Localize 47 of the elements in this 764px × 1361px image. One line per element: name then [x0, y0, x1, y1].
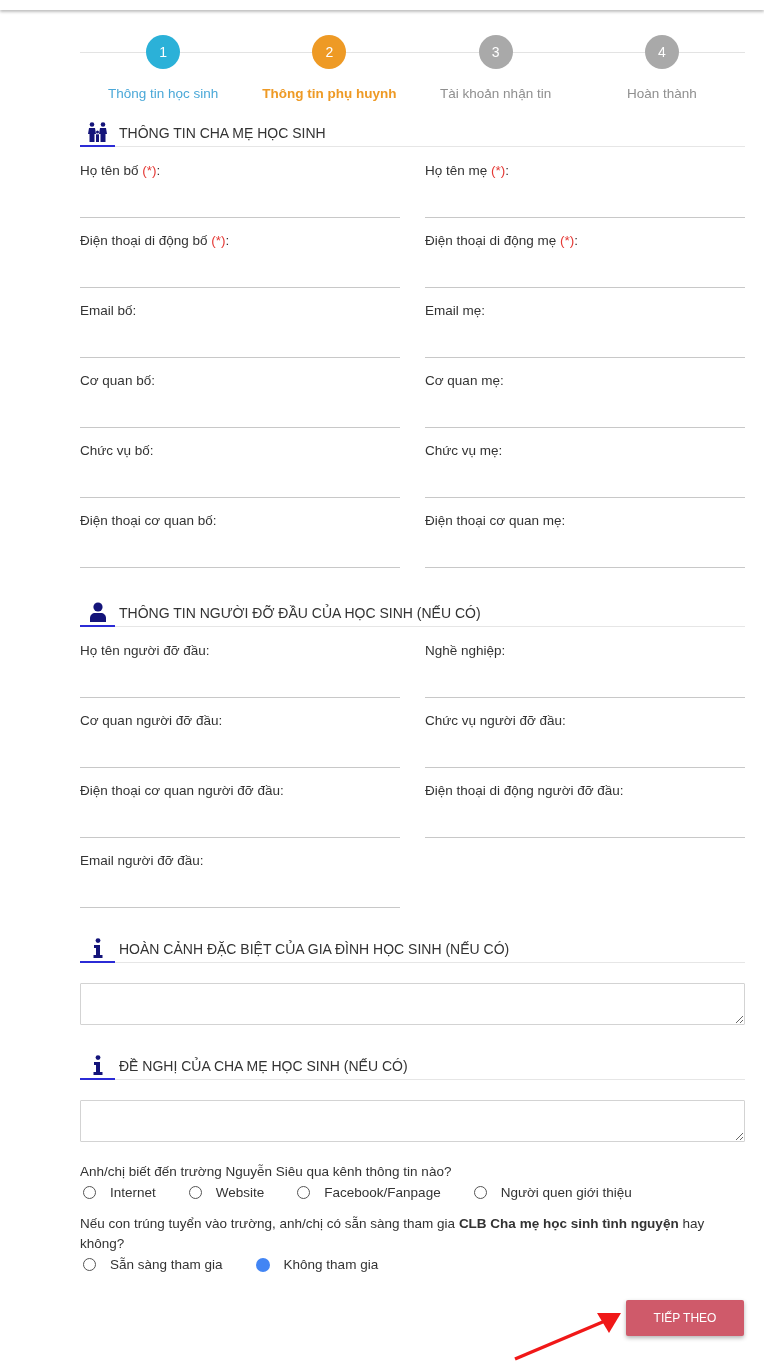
field-label: Họ tên mẹ (*):	[425, 163, 511, 179]
field-label: Điện thoại cơ quan người đỡ đầu:	[80, 783, 285, 799]
text-area[interactable]	[80, 983, 745, 1025]
field-label: Cơ quan mẹ:	[425, 373, 505, 389]
field-label: Điện thoại cơ quan mẹ:	[425, 513, 567, 529]
field-label: Email bố:	[80, 303, 138, 319]
section-title: ĐỀ NGHỊ CỦA CHA MẸ HỌC SINH (NẾU CÓ)	[119, 1058, 408, 1076]
section-title: THÔNG TIN CHA MẸ HỌC SINH	[119, 125, 326, 143]
radio-button[interactable]	[255, 1257, 270, 1272]
field-label: Chức vụ người đỡ đầu:	[425, 713, 567, 729]
question-text: Anh/chị biết đến trường Nguyễn Siêu qua kênh thông tin nào?	[80, 1163, 453, 1181]
field-label: Cơ quan bố:	[80, 373, 156, 389]
step-number: 1	[146, 35, 181, 69]
field-label: Điện thoại cơ quan bố:	[80, 513, 218, 529]
field-label: Cơ quan người đỡ đầu:	[80, 713, 224, 729]
info-icon	[92, 938, 103, 958]
field-label: Điện thoại di động mẹ (*):	[425, 233, 580, 249]
info-icon	[92, 1055, 103, 1075]
step-label: Thông tin phụ huynh	[262, 86, 397, 101]
family-icon	[86, 122, 109, 142]
field-label: Chức vụ mẹ:	[425, 443, 504, 459]
question-text: Nếu con trúng tuyển vào trường, anh/chị có sẵn sàng tham gia CLB Cha mẹ học sinh tình nguyện hay không?	[80, 1215, 706, 1253]
step-label: Tài khoản nhận tin	[440, 86, 552, 101]
field-label: Điện thoại di động người đỡ đầu:	[425, 783, 625, 799]
field-label: Email mẹ:	[425, 303, 486, 319]
field-label: Chức vụ bố:	[80, 443, 155, 459]
next-button[interactable]: TIẾP THEO	[626, 1300, 744, 1336]
step-number: 3	[478, 35, 513, 69]
field-label: Email người đỡ đầu:	[80, 853, 205, 869]
section-title: THÔNG TIN NGƯỜI ĐỠ ĐẦU CỦA HỌC SINH (NẾU CÓ)	[119, 605, 481, 623]
field-label: Họ tên bố (*):	[80, 163, 162, 179]
text-area[interactable]	[80, 1100, 745, 1142]
option-label[interactable]: Người quen giới thiệu	[500, 1185, 632, 1200]
person-icon	[88, 602, 107, 622]
step-number: 2	[312, 35, 347, 69]
step-label: Hoàn thành	[626, 86, 697, 101]
option-label[interactable]: Không tham gia	[283, 1257, 379, 1272]
option-label[interactable]: Facebook/Fanpage	[324, 1185, 441, 1200]
field-label: Điện thoại di động bố (*):	[80, 233, 231, 249]
section-title: HOÀN CẢNH ĐẶC BIỆT CỦA GIA ĐÌNH HỌC SINH (NẾU CÓ)	[119, 941, 510, 959]
option-label[interactable]: Website	[215, 1185, 265, 1200]
step-number: 4	[644, 35, 679, 69]
field-label: Họ tên người đỡ đầu:	[80, 643, 211, 659]
step-label: Thông tin học sinh	[107, 86, 219, 101]
option-label[interactable]: Internet	[110, 1185, 156, 1200]
field-label: Nghề nghiệp:	[425, 643, 507, 659]
option-label[interactable]: Sẵn sàng tham gia	[110, 1257, 223, 1272]
